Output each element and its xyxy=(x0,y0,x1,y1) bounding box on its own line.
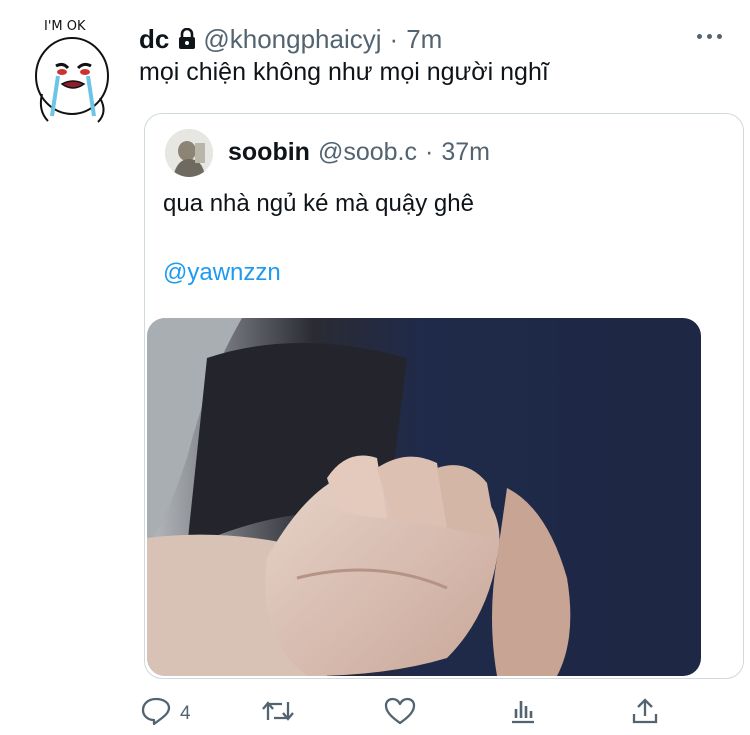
avatar-caption: I'M OK xyxy=(44,19,86,34)
analytics-button[interactable] xyxy=(508,696,538,732)
more-icon[interactable] xyxy=(697,34,722,39)
tweet-text: mọi chiện không như mọi người nghĩ xyxy=(139,58,549,86)
tweet-header: dc @khongphaicyj · 7m xyxy=(139,22,730,56)
quoted-text: qua nhà ngủ ké mà quậy ghê xyxy=(163,190,474,217)
quoted-header: soobin @soob.c · 37m xyxy=(228,138,490,167)
analytics-icon xyxy=(508,696,538,732)
retweet-icon xyxy=(260,696,296,732)
like-icon xyxy=(384,696,416,732)
reply-count: 4 xyxy=(180,703,191,724)
quoted-photo[interactable] xyxy=(147,318,701,676)
quoted-time[interactable]: 37m xyxy=(441,138,490,167)
quoted-author-name[interactable]: soobin xyxy=(228,138,310,167)
avatar[interactable]: I'M OK xyxy=(28,16,114,126)
share-icon xyxy=(630,696,660,732)
quoted-separator: · xyxy=(424,138,434,166)
reply-button[interactable]: 4 xyxy=(140,696,191,732)
action-bar: 4 xyxy=(140,690,720,734)
tweet-time[interactable]: 7m xyxy=(406,24,442,55)
like-button[interactable] xyxy=(384,696,416,732)
quoted-tweet[interactable]: soobin @soob.c · 37m qua nhà ngủ ké mà q… xyxy=(144,113,744,679)
retweet-button[interactable] xyxy=(260,696,296,732)
quoted-handle[interactable]: @soob.c xyxy=(318,138,417,167)
author-name[interactable]: dc xyxy=(139,24,169,55)
author-handle[interactable]: @khongphaicyj xyxy=(203,24,381,55)
share-button[interactable] xyxy=(630,696,660,732)
quoted-avatar[interactable] xyxy=(165,129,213,177)
separator: · xyxy=(389,23,399,54)
reply-icon xyxy=(140,696,172,732)
lock-icon xyxy=(177,28,197,50)
quoted-mention[interactable]: @yawnzzn xyxy=(163,259,281,287)
